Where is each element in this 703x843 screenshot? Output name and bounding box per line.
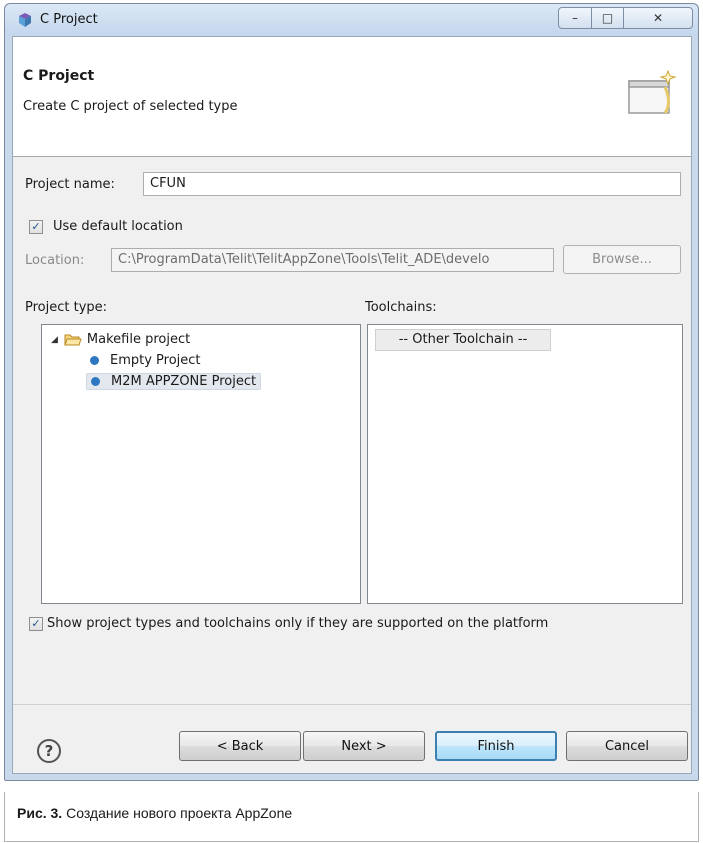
figure-caption: Рис. 3. Создание нового проекта AppZone bbox=[17, 805, 292, 821]
tree-item-empty-project[interactable]: Empty Project bbox=[90, 353, 201, 368]
button-bar-separator bbox=[13, 704, 691, 705]
project-type-label: Project type: bbox=[25, 300, 108, 315]
tree-item-makefile-project[interactable]: ◢ Makefile project bbox=[51, 332, 190, 347]
close-icon: ✕ bbox=[652, 11, 664, 25]
use-default-location-checkbox[interactable]: ✓ bbox=[29, 220, 43, 234]
figure-caption-text: Создание нового проекта AppZone bbox=[62, 805, 293, 821]
title-bar[interactable]: C Project – □ ✕ bbox=[5, 4, 698, 36]
show-supported-only-checkbox[interactable]: ✓ bbox=[29, 617, 43, 631]
maximize-button[interactable]: □ bbox=[591, 7, 624, 29]
banner-title: C Project bbox=[23, 68, 95, 84]
toolchains-list[interactable]: -- Other Toolchain -- bbox=[367, 324, 683, 604]
window-title: C Project bbox=[40, 12, 98, 27]
banner-subtitle: Create C project of selected type bbox=[23, 99, 238, 114]
dialog-window: C Project – □ ✕ C Project Create C proje… bbox=[4, 3, 699, 781]
wizard-banner: C Project Create C project of selected t… bbox=[13, 37, 691, 157]
finish-button[interactable]: Finish bbox=[435, 731, 557, 761]
show-supported-only-label: Show project types and toolchains only i… bbox=[47, 616, 549, 631]
project-type-bullet-icon bbox=[90, 356, 99, 365]
expand-arrow-icon[interactable]: ◢ bbox=[51, 335, 58, 345]
next-button[interactable]: Next > bbox=[303, 731, 425, 761]
cancel-button[interactable]: Cancel bbox=[566, 731, 688, 761]
tree-item-label: Makefile project bbox=[86, 332, 191, 347]
browse-button[interactable]: Browse... bbox=[563, 245, 681, 274]
use-default-location-label: Use default location bbox=[53, 219, 183, 234]
help-icon[interactable]: ? bbox=[37, 739, 61, 763]
project-name-input[interactable]: CFUN bbox=[143, 172, 681, 196]
tree-item-label: M2M APPZONE Project bbox=[111, 374, 257, 389]
close-button[interactable]: ✕ bbox=[623, 7, 693, 29]
maximize-icon: □ bbox=[601, 11, 614, 25]
project-type-tree[interactable]: ◢ Makefile project Empty Project M2M APP… bbox=[41, 324, 361, 604]
figure-caption-number: Рис. 3. bbox=[17, 805, 63, 821]
eclipse-cdt-icon bbox=[19, 13, 31, 27]
toolchains-label: Toolchains: bbox=[365, 300, 437, 315]
new-project-wizard-icon bbox=[628, 69, 677, 114]
tree-item-m2m-appzone-project[interactable]: M2M APPZONE Project bbox=[86, 373, 262, 390]
figure-caption-box: Рис. 3. Создание нового проекта AppZone bbox=[4, 792, 699, 842]
toolchain-item-other[interactable]: -- Other Toolchain -- bbox=[375, 329, 551, 351]
location-input[interactable]: C:\ProgramData\Telit\TelitAppZone\Tools\… bbox=[111, 248, 554, 272]
tree-item-label: Empty Project bbox=[110, 353, 201, 368]
back-button[interactable]: < Back bbox=[179, 731, 301, 761]
dialog-client-area: C Project Create C project of selected t… bbox=[12, 36, 692, 774]
folder-open-icon bbox=[64, 334, 82, 345]
project-name-label: Project name: bbox=[25, 177, 115, 192]
location-label: Location: bbox=[25, 253, 85, 268]
project-type-bullet-icon bbox=[91, 377, 100, 386]
minimize-icon: – bbox=[572, 11, 578, 25]
minimize-button[interactable]: – bbox=[558, 7, 592, 29]
